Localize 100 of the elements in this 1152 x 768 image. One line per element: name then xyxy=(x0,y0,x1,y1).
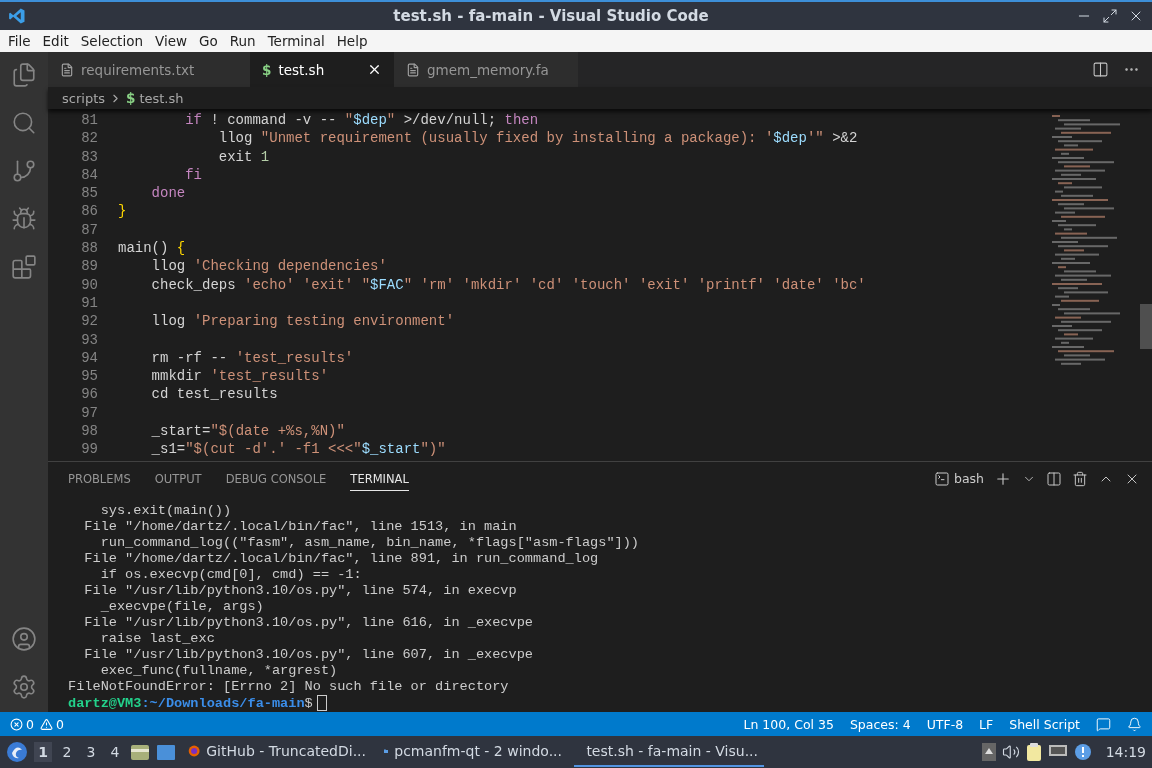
extensions-icon[interactable] xyxy=(11,254,37,280)
code-token: >&2 xyxy=(831,130,858,147)
menu-item[interactable]: Help xyxy=(330,33,374,49)
line-number: 81 xyxy=(80,111,98,130)
code-token: $dep xyxy=(773,130,807,147)
workspace-button[interactable]: 1 xyxy=(34,742,52,762)
tab-label: test.sh xyxy=(278,61,325,78)
code-token: fi xyxy=(184,166,202,183)
code-token: "$(date +%s,%N)" xyxy=(210,423,345,440)
line-number: 88 xyxy=(80,239,98,258)
terminal-line: _execvpe(file, args) xyxy=(99,599,265,615)
terminal-line: File "/home/dartz/.local/bin/fac", line 1513, in main xyxy=(83,519,518,535)
line-number: 86 xyxy=(80,202,98,221)
split-terminal-icon[interactable] xyxy=(1046,470,1062,487)
menu-item[interactable]: Run xyxy=(223,33,262,49)
close-tab-icon[interactable] xyxy=(367,62,382,77)
editor-tab[interactable]: $ test.sh xyxy=(250,52,394,87)
code-token: llog xyxy=(150,313,187,330)
menu-item[interactable]: Go xyxy=(193,33,224,49)
maximize-button[interactable] xyxy=(1102,8,1118,24)
settings-icon[interactable] xyxy=(11,674,37,700)
code-token: 'echo' 'exit' " xyxy=(244,276,371,293)
editor-tab[interactable]: requirements.txt xyxy=(48,52,250,87)
code-token: " xyxy=(386,112,396,128)
scrollbar-thumb[interactable] xyxy=(1140,304,1152,349)
code-token: } xyxy=(118,203,127,220)
feedback-icon[interactable] xyxy=(1096,716,1111,732)
source-control-icon[interactable] xyxy=(11,158,37,184)
account-icon[interactable] xyxy=(11,626,37,652)
terminal-line: FileNotFoundError: [Errno 2] No such file or directory xyxy=(68,679,510,695)
panel-tab[interactable]: PROBLEMS xyxy=(68,466,131,491)
tab-label: gmem_memory.fa xyxy=(427,61,549,78)
line-number: 90 xyxy=(80,275,98,294)
update-notifier-icon[interactable] xyxy=(1073,743,1092,761)
split-editor-icon[interactable] xyxy=(1092,61,1109,78)
code-token: 'Preparing testing environment' xyxy=(193,313,455,330)
file-manager-icon[interactable] xyxy=(130,743,150,761)
window-icon[interactable] xyxy=(156,743,176,761)
terminal-line: sys.exit(main()) xyxy=(99,503,233,519)
breadcrumb-item[interactable]: scripts xyxy=(62,90,105,106)
workspace-button[interactable]: 2 xyxy=(58,742,76,762)
code-token: ")" xyxy=(420,441,446,458)
code-token: check_deps xyxy=(150,276,237,293)
taskbar-task[interactable]: GitHub - TruncatedDi... xyxy=(182,737,372,767)
menu-item[interactable]: Terminal xyxy=(261,33,331,49)
code-token: $_start xyxy=(361,441,421,458)
prompt-user: dartz@VM3 xyxy=(68,695,142,711)
status-item[interactable]: Shell Script xyxy=(1009,716,1080,732)
explorer-icon[interactable] xyxy=(11,62,37,88)
debug-icon[interactable] xyxy=(11,206,37,232)
status-item[interactable]: LF xyxy=(979,716,994,732)
line-number: 95 xyxy=(80,367,98,386)
line-number: 96 xyxy=(80,385,98,404)
breadcrumb-item[interactable]: test.sh xyxy=(139,90,184,106)
workspace-button[interactable]: 3 xyxy=(82,742,100,762)
clock: 14:19 xyxy=(1105,744,1146,760)
line-number: 85 xyxy=(80,184,98,203)
search-icon[interactable] xyxy=(11,110,37,136)
taskbar-task[interactable]: pcmanfm-qt - 2 windo... xyxy=(378,737,568,767)
line-number: 84 xyxy=(80,165,98,185)
trash-icon[interactable] xyxy=(1072,470,1088,487)
line-number: 91 xyxy=(80,293,98,313)
code-token: 1 xyxy=(260,148,270,165)
code-token: if xyxy=(184,112,202,128)
line-number: 99 xyxy=(80,440,98,459)
code-token: _start= xyxy=(150,423,211,440)
code-token: $FAC xyxy=(370,276,404,293)
code-token: then xyxy=(504,112,539,128)
taskbar-task[interactable]: test.sh - fa-main - Visu... xyxy=(574,737,764,767)
volume-icon[interactable] xyxy=(1001,743,1020,761)
panel-tab[interactable]: TERMINAL xyxy=(350,466,409,491)
editor-tab[interactable]: gmem_memory.fa xyxy=(394,52,578,87)
code-token: 'test_results' xyxy=(235,349,354,366)
panel-tab[interactable]: OUTPUT xyxy=(154,466,202,491)
notifications-icon[interactable] xyxy=(1127,716,1142,732)
errors-count[interactable]: 0 xyxy=(10,716,34,732)
status-item[interactable]: Ln 100, Col 35 xyxy=(743,716,834,732)
start-menu-icon[interactable] xyxy=(6,741,28,763)
menu-item[interactable]: View xyxy=(148,33,193,49)
code-token: ! command -v -- xyxy=(209,112,338,128)
code-token: 'Checking dependencies' xyxy=(193,258,387,275)
menu-item[interactable]: File xyxy=(2,33,37,49)
menu-item[interactable]: Selection xyxy=(74,33,149,49)
code-token: done xyxy=(150,185,186,202)
workspace-button[interactable]: 4 xyxy=(106,742,124,762)
terminal-icon[interactable] xyxy=(933,470,950,487)
line-number: 89 xyxy=(80,257,98,276)
code-token: cd test_results xyxy=(150,386,278,403)
code-token: '" xyxy=(806,130,824,147)
shell-name[interactable]: bash xyxy=(953,471,984,486)
menu-item[interactable]: Edit xyxy=(36,33,75,49)
panel-tab[interactable]: DEBUG CONSOLE xyxy=(225,466,327,491)
status-item[interactable]: Spaces: 4 xyxy=(849,716,911,732)
clipboard-icon[interactable] xyxy=(1025,742,1042,762)
terminal-line: File "/home/dartz/.local/bin/fac", line 891, in run_command_log xyxy=(83,551,600,567)
status-item[interactable]: UTF-8 xyxy=(926,716,964,732)
code-token: " xyxy=(344,112,354,128)
code-token: exit xyxy=(217,148,254,165)
terminal-line: exec_func(fullname, *argrest) xyxy=(99,663,339,679)
warnings-count[interactable]: 0 xyxy=(39,716,64,732)
